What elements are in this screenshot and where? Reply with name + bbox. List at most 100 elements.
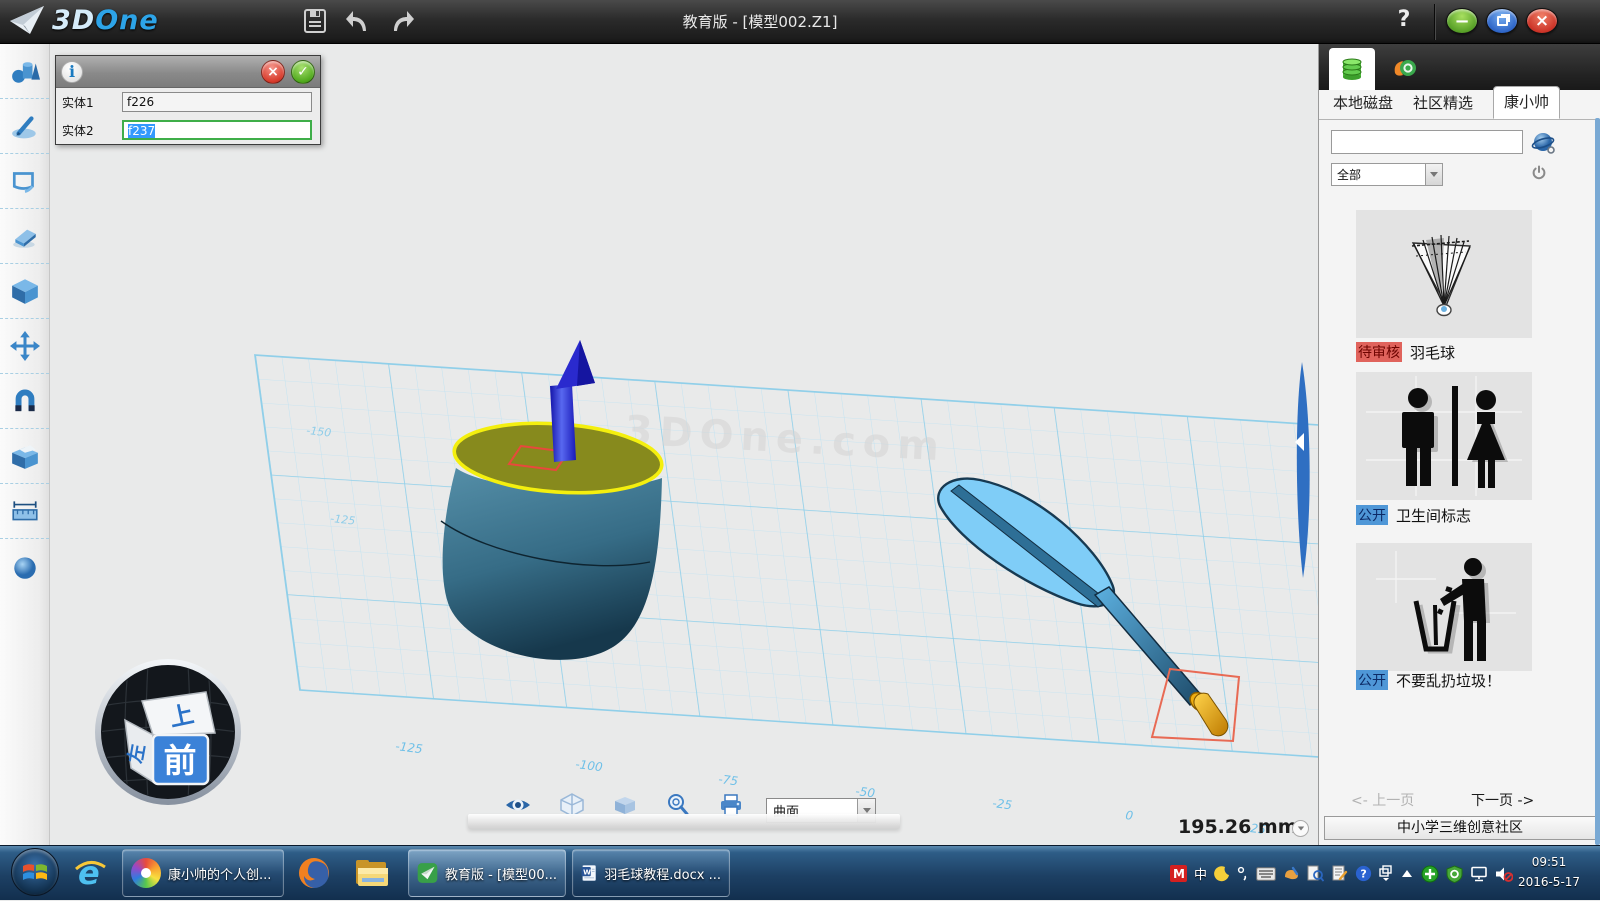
dialog-cancel-button[interactable]: ×: [261, 60, 285, 84]
ruler-icon: [10, 496, 40, 526]
community-tab-button[interactable]: [1385, 52, 1425, 86]
model-thumbnail-restroom[interactable]: [1356, 372, 1532, 500]
tool-measure[interactable]: [0, 484, 49, 539]
taskbar-button-3done[interactable]: 教育版 - [模型00...: [408, 849, 566, 897]
tool-primitives[interactable]: [0, 44, 49, 99]
handwriting-icon[interactable]: [1283, 865, 1300, 882]
svg-text:M: M: [1173, 867, 1185, 881]
tool-render[interactable]: [0, 539, 49, 594]
tray-m-icon[interactable]: M: [1170, 865, 1187, 882]
security-shield-icon[interactable]: [1446, 865, 1463, 883]
restore-button[interactable]: [1486, 8, 1518, 34]
power-icon[interactable]: [1531, 165, 1547, 181]
doc-edit-icon[interactable]: [1331, 865, 1348, 882]
search-input[interactable]: [1331, 130, 1523, 154]
entity1-field[interactable]: f226: [122, 92, 312, 112]
show-hidden-icons-arrow[interactable]: [1400, 868, 1414, 880]
scale-dropdown-button[interactable]: [1292, 820, 1309, 837]
prev-page-link[interactable]: <- 上一页: [1351, 790, 1414, 810]
model-caption: 公开 不要乱扔垃圾！: [1356, 670, 1501, 690]
restroom-sign-image: [1356, 372, 1532, 500]
direction-arrow[interactable]: [550, 384, 576, 462]
community-app-icon: [1391, 55, 1419, 83]
window-title: 教育版 - [模型002.Z1]: [0, 0, 1520, 44]
viewcube-side-label: 左: [124, 742, 150, 765]
dialog-confirm-button[interactable]: ✓: [291, 60, 315, 84]
view-cube[interactable]: 前 上 左: [92, 656, 244, 808]
show-desktop-icon[interactable]: [1379, 865, 1393, 882]
close-button[interactable]: ×: [1526, 8, 1558, 34]
start-button[interactable]: [11, 848, 59, 896]
category-dropdown[interactable]: 全部: [1331, 163, 1443, 186]
antivirus-360-icon[interactable]: [1421, 865, 1439, 883]
tab-community-featured[interactable]: 社区精选: [1407, 88, 1479, 119]
entity1-row: 实体1 f226: [56, 88, 320, 116]
visibility-eye-icon[interactable]: [505, 794, 531, 816]
title-bar: 3DOne 教育版 - [模型002.Z1] ? − ×: [0, 0, 1600, 44]
taskbar-clock[interactable]: 09:51 2016-5-17: [1508, 852, 1590, 892]
svg-text:-125: -125: [330, 512, 356, 528]
ime-indicator[interactable]: 中: [1194, 864, 1207, 883]
library-tab-button[interactable]: [1329, 48, 1375, 90]
next-page-link[interactable]: 下一页 ->: [1471, 790, 1534, 810]
tool-eraser[interactable]: [0, 209, 49, 264]
taskbar-button-word[interactable]: W 羽毛球教程.docx ...: [572, 849, 730, 897]
tab-local-disk[interactable]: 本地磁盘: [1327, 88, 1399, 119]
cube-icon: [10, 276, 40, 306]
model-label[interactable]: 羽毛球: [1410, 342, 1455, 363]
model-thumbnail-litter[interactable]: [1356, 543, 1532, 671]
model-thumbnail-shuttlecock[interactable]: [1356, 210, 1532, 338]
entity2-row: 实体2 f237: [56, 116, 320, 144]
tool-sketch[interactable]: [0, 99, 49, 154]
database-icon: [1338, 55, 1366, 83]
svg-text:-100: -100: [575, 757, 604, 774]
moon-icon[interactable]: [1214, 866, 1230, 882]
entity2-field[interactable]: f237: [122, 120, 312, 140]
info-icon: i: [61, 61, 83, 83]
minimize-button[interactable]: −: [1446, 8, 1478, 34]
model-label[interactable]: 卫生间标志: [1396, 505, 1471, 526]
panel-scrollbar[interactable]: [1595, 118, 1600, 845]
internet-explorer-icon[interactable]: e: [70, 853, 110, 893]
entity1-label: 实体1: [62, 94, 122, 111]
search-globe-icon[interactable]: [1531, 130, 1557, 156]
model-label[interactable]: 不要乱扔垃圾！: [1396, 670, 1501, 691]
browser-pinwheel-icon: [131, 858, 161, 888]
sketch-pencil-icon: [10, 111, 40, 141]
tool-combine[interactable]: [0, 429, 49, 484]
keyboard-icon[interactable]: [1256, 867, 1276, 881]
primitives-icon: [10, 56, 40, 86]
help-tray-icon[interactable]: ?: [1355, 865, 1372, 882]
network-icon[interactable]: [1470, 866, 1488, 882]
model-caption: 待审核 羽毛球: [1356, 342, 1455, 362]
no-littering-image: [1356, 543, 1532, 671]
taskbar: e 康小帅的个人创... 教育版 - [模型00...: [0, 845, 1600, 900]
dropdown-arrow[interactable]: [1425, 164, 1442, 185]
punctuation-icon[interactable]: [1237, 866, 1249, 882]
svg-text:W: W: [583, 868, 591, 877]
status-badge-pending: 待审核: [1356, 342, 1402, 362]
titlebar-divider: [1434, 4, 1435, 40]
dialog-header: i × ✓: [56, 56, 320, 88]
svg-text:e: e: [78, 855, 100, 891]
eraser-icon: [10, 221, 40, 251]
tool-extrude[interactable]: [0, 264, 49, 319]
svg-text:-75: -75: [718, 772, 739, 788]
community-site-button[interactable]: 中小学三维创意社区: [1324, 816, 1596, 840]
doc-search-icon[interactable]: [1307, 865, 1324, 882]
explorer-folder-icon[interactable]: [352, 853, 392, 893]
firefox-icon[interactable]: [294, 853, 334, 893]
svg-text:0: 0: [1125, 808, 1135, 823]
tool-move[interactable]: [0, 319, 49, 374]
windows-logo-icon: [22, 860, 48, 884]
restore-icon: [1497, 16, 1508, 26]
entity2-label: 实体2: [62, 122, 122, 139]
help-button[interactable]: ?: [1390, 7, 1418, 37]
tool-edit-sketch[interactable]: [0, 154, 49, 209]
taskbar-button-browser[interactable]: 康小帅的个人创...: [122, 849, 284, 897]
tab-user[interactable]: 康小帅: [1493, 86, 1560, 119]
magnet-icon: [10, 386, 40, 416]
clock-time: 09:51: [1508, 852, 1590, 872]
tool-magnet[interactable]: [0, 374, 49, 429]
viewport-3d[interactable]: 3DOne.com -125 -100 -75 -50 -25 0 25 -15…: [50, 44, 1318, 845]
